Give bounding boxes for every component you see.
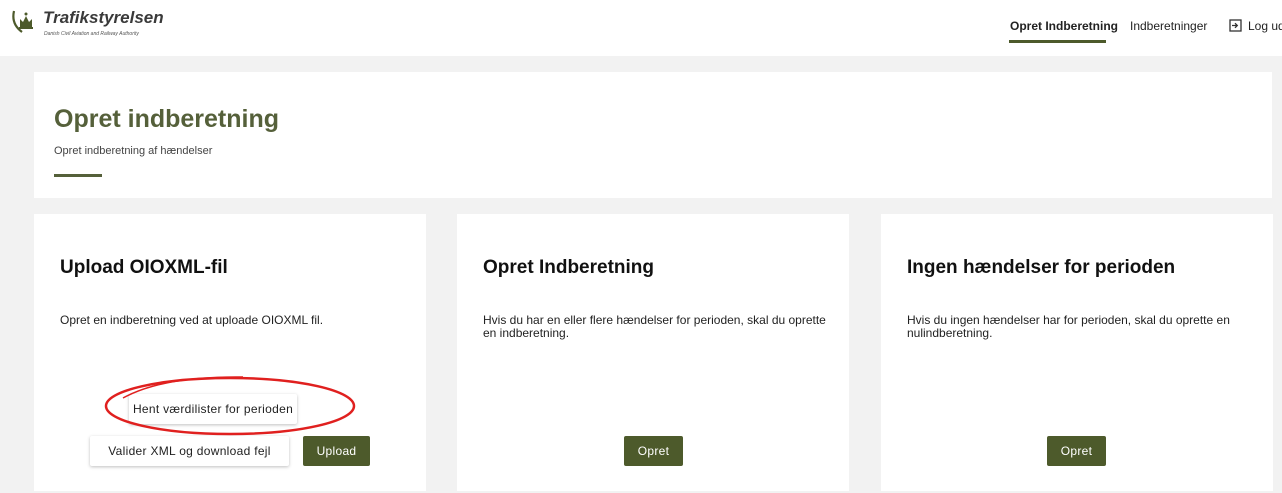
upload-card-text: Opret en indberetning ved at uploade OIO…	[60, 313, 324, 327]
validate-xml-button[interactable]: Valider XML og download fejl	[90, 436, 289, 466]
logo-subtitle: Danish Civil Aviation and Railway Author…	[44, 31, 139, 37]
crown-logo-icon	[12, 10, 33, 33]
nav-create-report[interactable]: Opret Indberetning	[1010, 19, 1118, 33]
logo-name: Trafikstyrelsen	[43, 8, 164, 27]
create-report-card: Opret Indberetning Hvis du har en eller …	[457, 214, 849, 491]
nav-reports[interactable]: Indberetninger	[1130, 19, 1207, 33]
page-subtitle: Opret indberetning af hændelser	[54, 145, 213, 157]
nav-logout[interactable]: Log ud	[1248, 19, 1282, 33]
upload-card: Upload OIOXML-fil Opret en indberetning …	[34, 214, 426, 491]
create-card-title: Opret Indberetning	[483, 257, 654, 278]
nav-active-indicator	[1009, 40, 1106, 43]
upload-button[interactable]: Upload	[303, 436, 370, 466]
title-underline	[54, 174, 102, 177]
logo[interactable]: Trafikstyrelsen Danish Civil Aviation an…	[10, 6, 210, 42]
upload-card-title: Upload OIOXML-fil	[60, 257, 228, 278]
no-events-card: Ingen hændelser for perioden Hvis du ing…	[881, 214, 1273, 491]
page-header-card: Opret indberetning Opret indberetning af…	[34, 72, 1272, 198]
logout-icon[interactable]	[1229, 19, 1242, 32]
top-navigation-bar: Trafikstyrelsen Danish Civil Aviation an…	[0, 0, 1282, 56]
create-zero-report-button[interactable]: Opret	[1047, 436, 1106, 466]
page-title: Opret indberetning	[54, 105, 279, 133]
fetch-value-lists-button[interactable]: Hent værdilister for perioden	[129, 394, 297, 424]
create-button[interactable]: Opret	[624, 436, 683, 466]
no-events-card-text: Hvis du ingen hændelser har for perioden…	[907, 313, 1230, 340]
no-events-card-title: Ingen hændelser for perioden	[907, 257, 1176, 278]
create-card-text: Hvis du har en eller flere hændelser for…	[483, 313, 826, 340]
